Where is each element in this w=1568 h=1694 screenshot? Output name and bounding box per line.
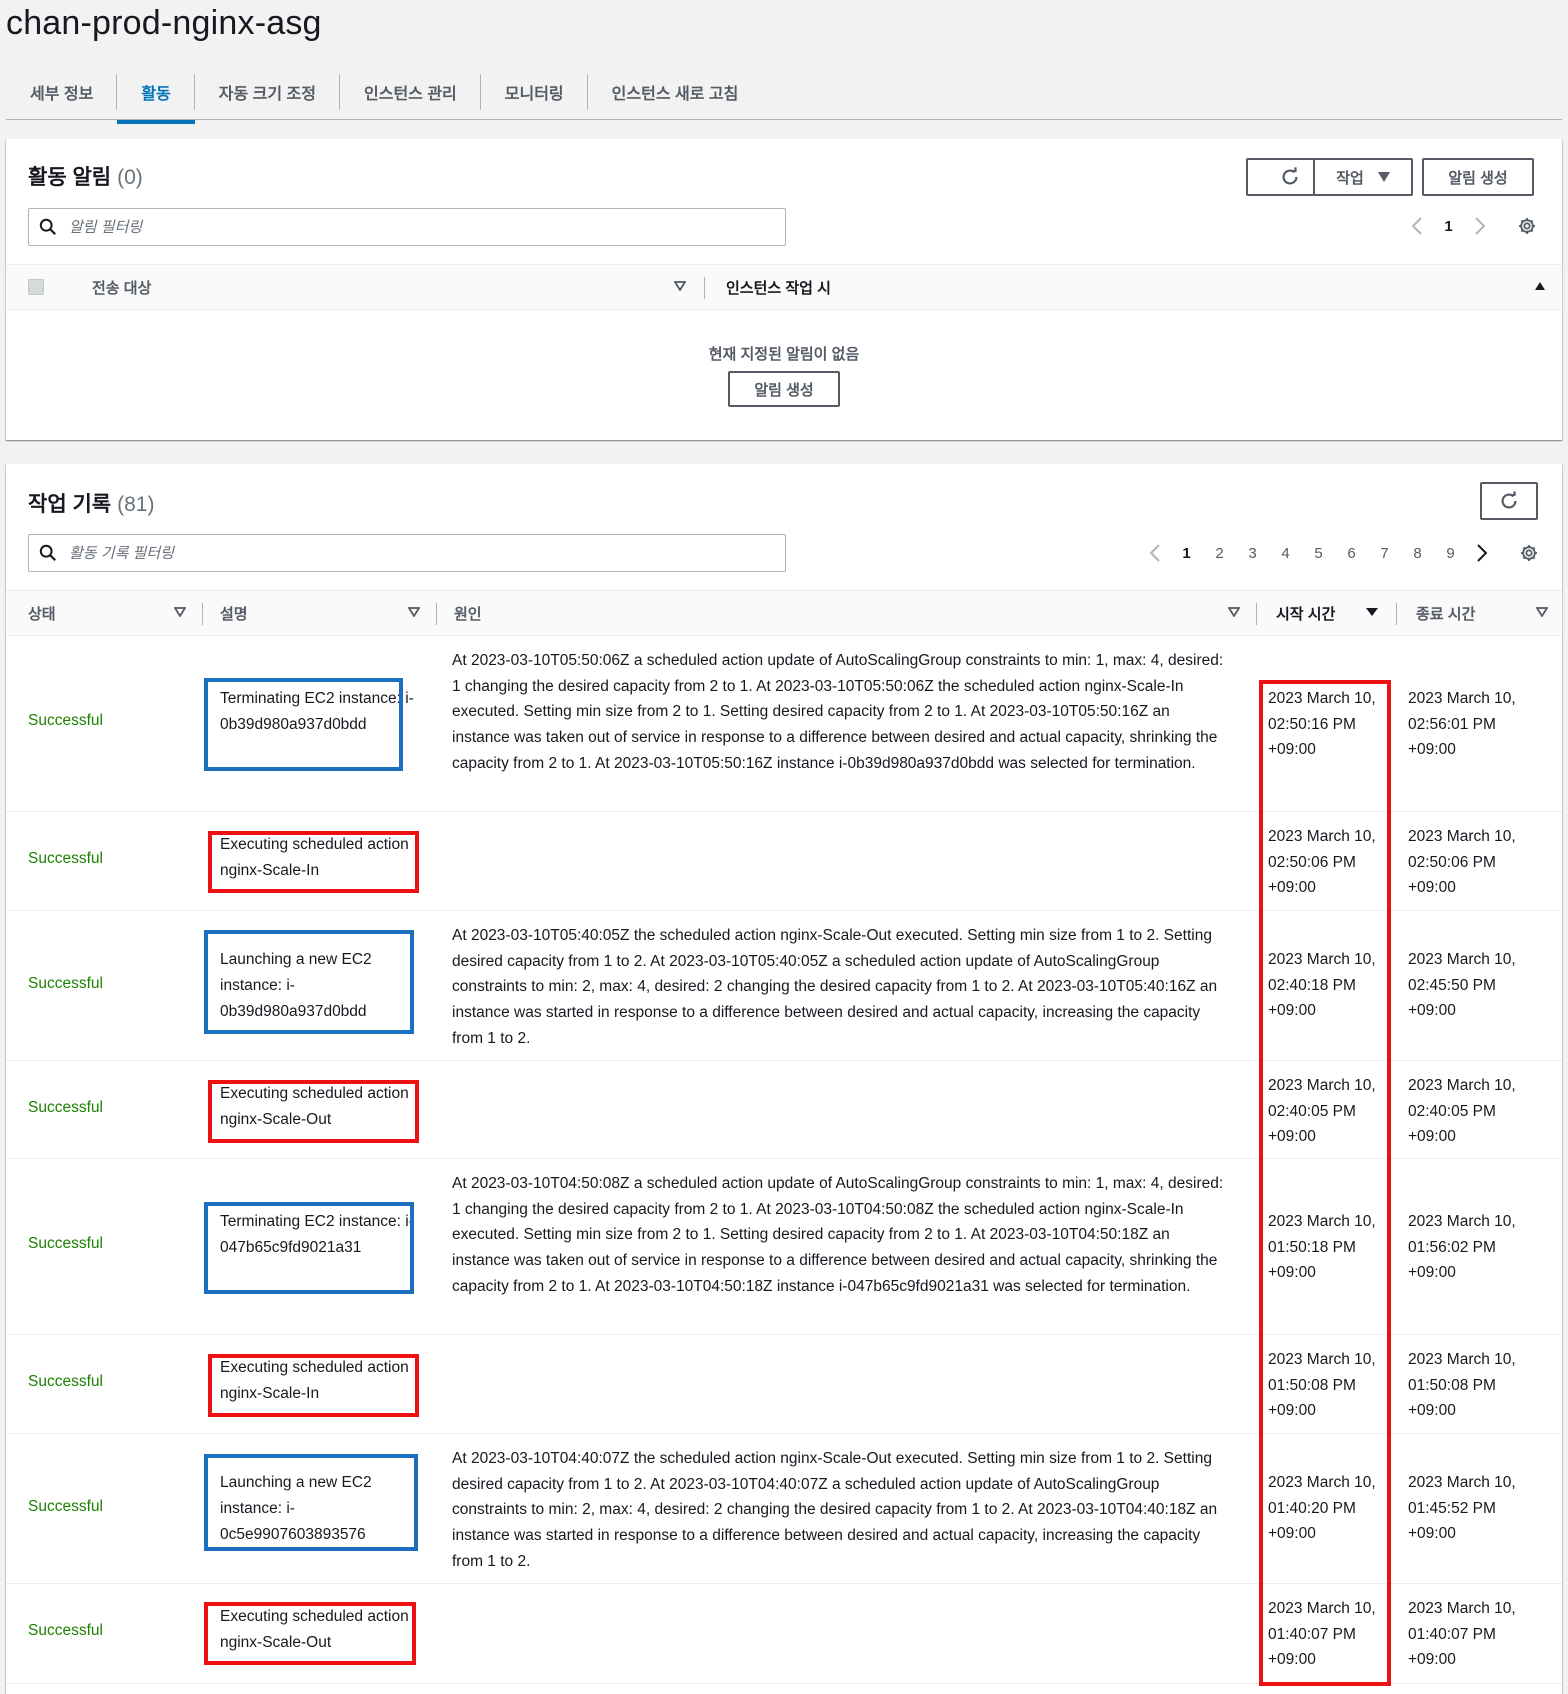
tab-instance-refresh[interactable]: 인스턴스 새로 고침 — [588, 68, 763, 116]
end-time: 2023 March 10, 01:56:02 PM +09:00 — [1408, 1213, 1516, 1282]
refresh-icon — [1501, 491, 1517, 509]
history-pagination: 1 2 3 4 5 6 7 8 9 — [1140, 538, 1539, 568]
activity-history-panel: 작업 기록(81) 1 2 3 4 5 6 7 8 9 상태 설명 원인 시작 … — [6, 464, 1562, 1694]
status-text: Successful — [28, 850, 103, 867]
column-header-instance-action[interactable]: 인스턴스 작업 시 — [726, 265, 831, 309]
history-filter-input[interactable] — [67, 543, 785, 563]
empty-state-message: 현재 지정된 알림이 없음 — [708, 346, 860, 363]
chevron-right-icon[interactable] — [1467, 544, 1497, 562]
end-time: 2023 March 10, 02:56:01 PM +09:00 — [1408, 690, 1516, 759]
highlight-box-blue — [204, 1202, 414, 1294]
page-6[interactable]: 6 — [1335, 545, 1368, 562]
page-8[interactable]: 8 — [1401, 545, 1434, 562]
end-time: 2023 March 10, 01:50:08 PM +09:00 — [1408, 1351, 1516, 1420]
column-header-recipient[interactable]: 전송 대상 — [92, 265, 151, 309]
history-table-header: 상태 설명 원인 시작 시간 종료 시간 — [6, 590, 1562, 636]
caret-down-icon — [1377, 172, 1390, 182]
notifications-table-header: 전송 대상 인스턴스 작업 시 — [6, 264, 1562, 310]
chevron-right-icon[interactable] — [1465, 217, 1495, 235]
search-icon — [39, 218, 56, 235]
end-time: 2023 March 10, 02:50:06 PM +09:00 — [1408, 828, 1516, 897]
chevron-left-icon[interactable] — [1140, 544, 1170, 562]
highlight-box-blue — [204, 1454, 418, 1551]
tab-bar: 세부 정보 활동 자동 크기 조정 인스턴스 관리 모니터링 인스턴스 새로 고… — [6, 64, 1562, 124]
cause-text: At 2023-03-10T04:50:08Z a scheduled acti… — [452, 1175, 1224, 1295]
sort-up-icon[interactable] — [1534, 281, 1546, 291]
page-number[interactable]: 1 — [1432, 218, 1465, 235]
notification-filter[interactable] — [28, 208, 786, 246]
end-time: 2023 March 10, 02:40:05 PM +09:00 — [1408, 1077, 1516, 1146]
page-7[interactable]: 7 — [1368, 545, 1401, 562]
notifications-title: 활동 알림 (0) — [28, 161, 143, 191]
tab-details[interactable]: 세부 정보 — [6, 68, 118, 116]
highlight-box-red — [208, 831, 419, 893]
create-notification-empty-button[interactable]: 알림 생성 — [728, 371, 840, 407]
tab-monitoring[interactable]: 모니터링 — [481, 68, 588, 116]
status-text: Successful — [28, 1622, 103, 1639]
sort-down-icon[interactable] — [1228, 607, 1240, 617]
status-text: Successful — [28, 1498, 103, 1515]
tab-instance-management[interactable]: 인스턴스 관리 — [340, 68, 481, 116]
gear-icon[interactable] — [1519, 543, 1539, 563]
status-text: Successful — [28, 1099, 103, 1116]
tab-automatic-scaling[interactable]: 자동 크기 조정 — [195, 68, 341, 116]
end-time: 2023 March 10, 02:45:50 PM +09:00 — [1408, 951, 1516, 1020]
highlight-box-red — [204, 1602, 416, 1665]
sort-down-icon[interactable] — [1366, 607, 1378, 617]
end-time: 2023 March 10, 01:45:52 PM +09:00 — [1408, 1474, 1516, 1543]
activity-notifications-panel: 활동 알림(0) 작업 알림 생성 1 전송 대상 인스턴스 작업 시 현재 지… — [6, 139, 1562, 440]
actions-dropdown-button[interactable]: 작업 — [1313, 158, 1413, 196]
refresh-icon — [1282, 167, 1298, 185]
notification-filter-input[interactable] — [67, 217, 785, 237]
status-text: Successful — [28, 1373, 103, 1390]
cause-text: At 2023-03-10T05:40:05Z the scheduled ac… — [452, 927, 1218, 1047]
highlight-box-red — [208, 1354, 419, 1417]
sort-down-icon[interactable] — [174, 607, 186, 617]
page-5[interactable]: 5 — [1302, 545, 1335, 562]
notifications-title-text: 활동 알림 — [28, 166, 112, 189]
history-filter[interactable] — [28, 534, 786, 572]
page-9[interactable]: 9 — [1434, 545, 1467, 562]
highlight-box-blue — [204, 678, 403, 771]
history-count: (81) — [117, 493, 155, 516]
history-refresh-button[interactable] — [1480, 482, 1538, 520]
highlight-box-start-time-column — [1259, 680, 1391, 1686]
notifications-pagination: 1 — [1402, 211, 1537, 241]
tab-activity[interactable]: 활동 — [117, 68, 196, 124]
status-text: Successful — [28, 975, 103, 992]
column-header-status[interactable]: 상태 — [28, 591, 56, 635]
status-text: Successful — [28, 712, 103, 729]
column-header-end-time[interactable]: 종료 시간 — [1416, 591, 1475, 635]
page-1[interactable]: 1 — [1170, 545, 1203, 562]
sort-down-icon[interactable] — [674, 281, 686, 291]
cause-text: At 2023-03-10T05:50:06Z a scheduled acti… — [452, 652, 1224, 772]
highlight-box-red — [208, 1080, 419, 1143]
page-3[interactable]: 3 — [1236, 545, 1269, 562]
search-icon — [39, 544, 56, 561]
column-header-start-time[interactable]: 시작 시간 — [1276, 591, 1335, 635]
highlight-box-blue — [204, 930, 414, 1034]
column-header-cause[interactable]: 원인 — [454, 591, 482, 635]
page-2[interactable]: 2 — [1203, 545, 1236, 562]
sort-down-icon[interactable] — [408, 607, 420, 617]
page-title: chan-prod-nginx-asg — [6, 4, 322, 42]
sort-down-icon[interactable] — [1536, 607, 1548, 617]
history-title-text: 작업 기록 — [28, 493, 112, 516]
end-time: 2023 March 10, 01:40:07 PM +09:00 — [1408, 1600, 1516, 1669]
status-text: Successful — [28, 1235, 103, 1252]
page-4[interactable]: 4 — [1269, 545, 1302, 562]
actions-label: 작업 — [1336, 169, 1364, 187]
chevron-left-icon[interactable] — [1402, 217, 1432, 235]
history-title: 작업 기록 (81) — [28, 488, 154, 518]
column-header-description[interactable]: 설명 — [220, 591, 248, 635]
select-all-checkbox[interactable] — [28, 279, 44, 295]
cause-text: At 2023-03-10T04:40:07Z the scheduled ac… — [452, 1450, 1218, 1570]
notifications-count: (0) — [117, 166, 143, 189]
create-notification-button[interactable]: 알림 생성 — [1422, 158, 1534, 196]
gear-icon[interactable] — [1517, 216, 1537, 236]
